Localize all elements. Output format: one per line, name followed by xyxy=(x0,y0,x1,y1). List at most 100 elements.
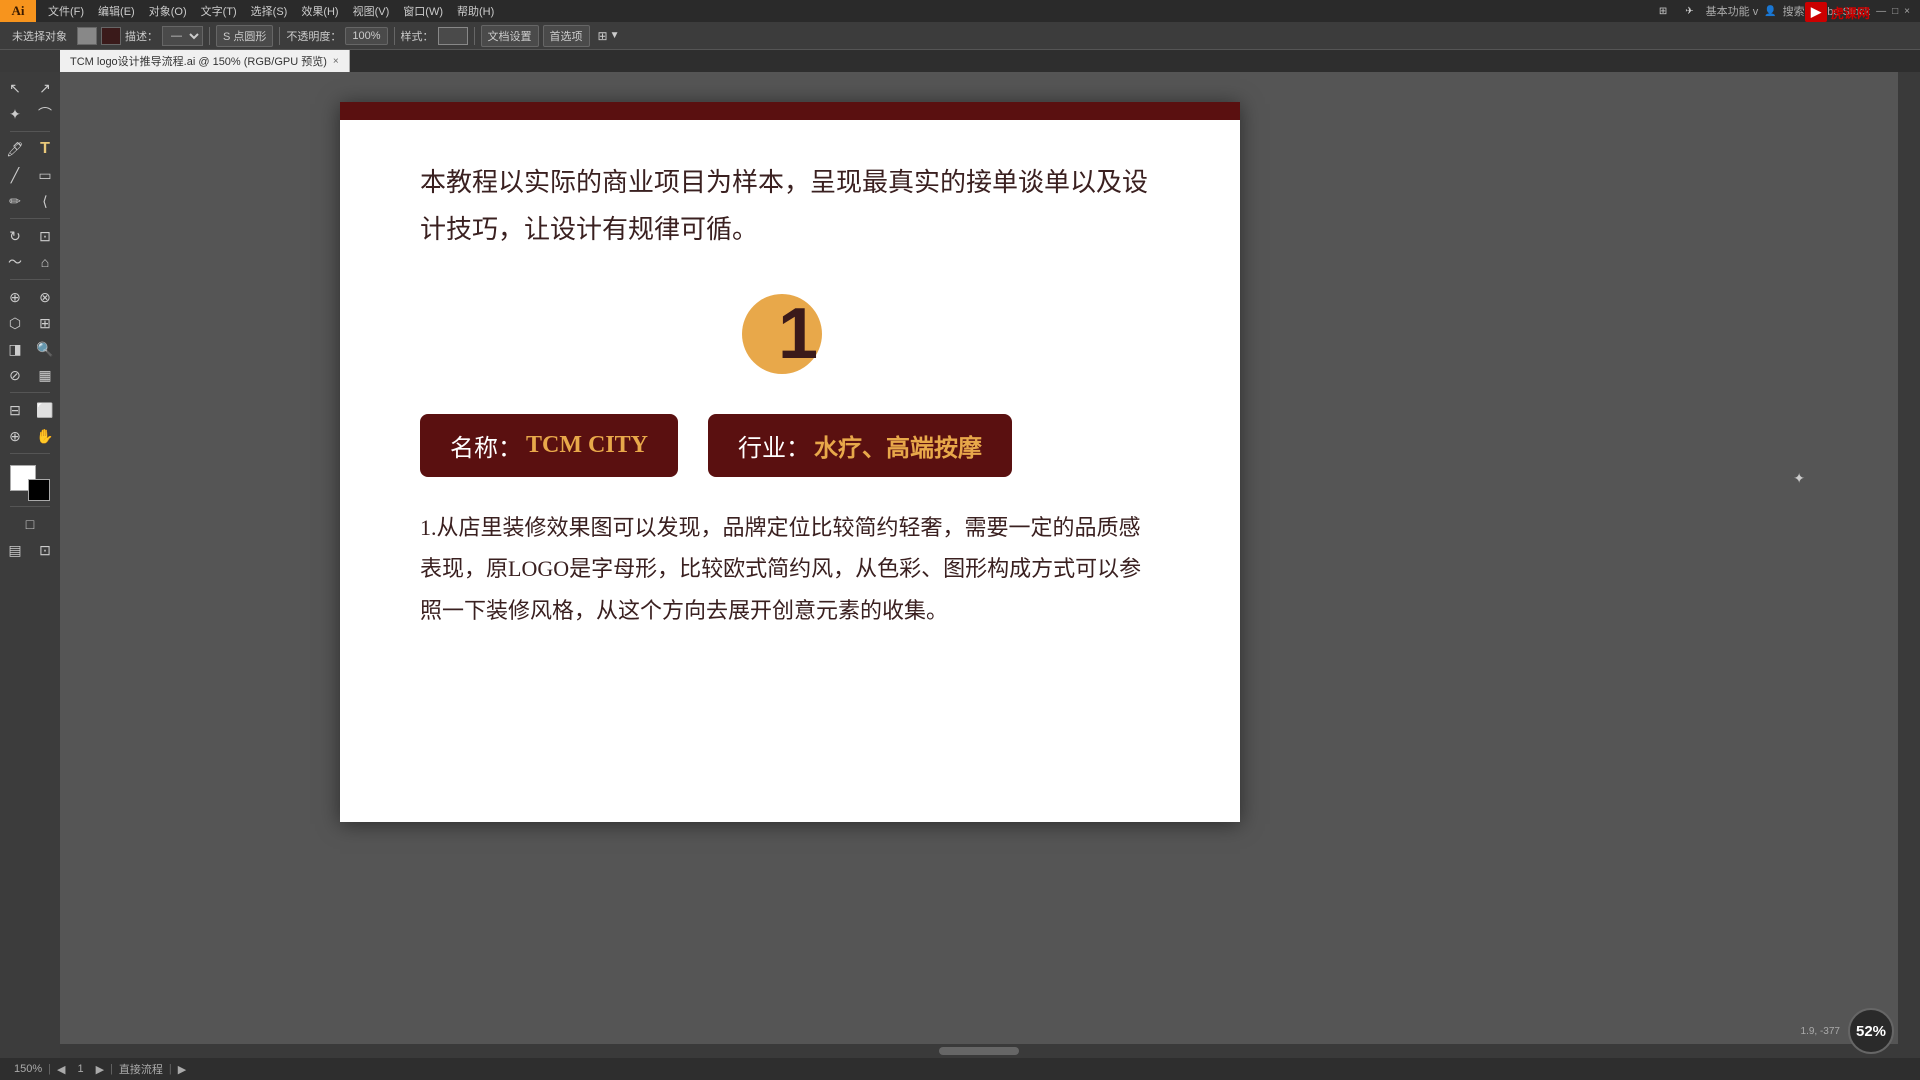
scroll-bottom[interactable] xyxy=(60,1044,1898,1058)
menu-effect[interactable]: 效果(H) xyxy=(295,1,344,21)
perspective-tool[interactable]: ⬡ xyxy=(1,311,29,335)
gradient-tool[interactable]: ◨ xyxy=(1,337,29,361)
menu-select[interactable]: 选择(S) xyxy=(245,1,294,21)
pathfinder-tool[interactable]: ⊗ xyxy=(31,285,59,309)
document-canvas: 本教程以实际的商业项目为样本，呈现最真实的接单谈单以及设计技巧，让设计有规律可循… xyxy=(340,102,1240,822)
fill-color-box[interactable] xyxy=(101,27,121,45)
percentage-circle: 52% xyxy=(1848,1008,1894,1054)
style-label: 样式： xyxy=(401,28,434,44)
tag-name-value: TCM CITY xyxy=(526,432,648,459)
opacity-value[interactable]: 100% xyxy=(345,27,387,45)
scale-tool[interactable]: ⊡ xyxy=(31,224,59,248)
zoom-level[interactable]: 150% xyxy=(8,1063,48,1075)
watermark-area: ▶ 虎课网 xyxy=(1805,2,1870,22)
tag-row: 名称： TCM CITY 行业： 水疗、高端按摩 xyxy=(420,414,1160,477)
opacity-label: 不透明度： xyxy=(286,28,341,44)
eyedropper-tool[interactable]: 🔍 xyxy=(31,337,59,361)
menu-view[interactable]: 视图(V) xyxy=(347,1,396,21)
workspace-button[interactable]: ⊞ xyxy=(1653,3,1673,19)
tag-name-label: 名称： xyxy=(450,428,522,463)
align-left-icon[interactable]: ⊞ xyxy=(598,29,608,43)
tag-industry-button: 行业： 水疗、高端按摩 xyxy=(708,414,1012,477)
scroll-right[interactable] xyxy=(1902,72,1920,1058)
window-close[interactable]: × xyxy=(1904,6,1910,17)
lasso-tool[interactable]: ⌒ xyxy=(31,102,59,126)
line-tool[interactable]: ╱ xyxy=(1,163,29,187)
background-color[interactable] xyxy=(28,479,50,501)
drawing-modes[interactable]: □ xyxy=(16,512,44,536)
page-number[interactable]: 1 xyxy=(71,1063,89,1075)
tag-industry-label: 行业： xyxy=(738,428,810,463)
menu-window[interactable]: 窗口(W) xyxy=(397,1,449,21)
document-tab[interactable]: TCM logo设计推导流程.ai @ 150% (RGB/GPU 预览) × xyxy=(60,50,350,72)
selection-tool[interactable]: ↖ xyxy=(1,76,29,100)
watermark-icon: ▶ xyxy=(1805,2,1827,22)
document-top-bar xyxy=(340,102,1240,120)
menu-text[interactable]: 文字(T) xyxy=(195,1,243,21)
scroll-thumb-horizontal[interactable] xyxy=(939,1047,1019,1055)
tab-close-button[interactable]: × xyxy=(333,56,339,67)
toolbar: 未选择对象 描述： — S 点圆形 不透明度： 100% 样式： 文档设置 首选… xyxy=(0,22,1920,50)
stroke-color-box[interactable] xyxy=(77,27,97,45)
number-graphic: 1 xyxy=(420,284,1160,384)
page-prev[interactable]: ◀ xyxy=(51,1063,71,1076)
tag-industry-value: 水疗、高端按摩 xyxy=(814,428,982,463)
eraser-tool[interactable]: ⬜ xyxy=(31,398,59,422)
artboard-tool[interactable]: ⊡ xyxy=(31,538,59,562)
shape-select[interactable]: S 点圆形 xyxy=(216,25,273,47)
tag-name-button: 名称： TCM CITY xyxy=(420,414,678,477)
body-text: 1.从店里装修效果图可以发现，品牌定位比较简约轻奢，需要一定的品质感表现，原LO… xyxy=(420,507,1160,632)
direct-selection-tool[interactable]: ↗ xyxy=(31,76,59,100)
hand-tool[interactable]: ✋ xyxy=(31,424,59,448)
pencil-tool[interactable]: ✏ xyxy=(1,189,29,213)
canvas-area: 本教程以实际的商业项目为样本，呈现最真实的接单谈单以及设计技巧，让设计有规律可循… xyxy=(60,72,1898,1058)
screen-mode[interactable]: ▤ xyxy=(1,538,29,562)
watermark-text: 虎课网 xyxy=(1831,3,1870,22)
tab-bar: TCM logo设计推导流程.ai @ 150% (RGB/GPU 预览) × xyxy=(60,50,1920,72)
desc-label: 描述： xyxy=(125,28,158,44)
status-bar: 150% | ◀ 1 ▶ | 直接流程 | ▶ xyxy=(0,1058,1920,1080)
menu-file[interactable]: 文件(F) xyxy=(42,1,90,21)
blend-tool[interactable]: ⊘ xyxy=(1,363,29,387)
menu-edit[interactable]: 编辑(E) xyxy=(92,1,141,21)
tab-filename: TCM logo设计推导流程.ai @ 150% (RGB/GPU 预览) xyxy=(70,53,327,69)
bar-chart-tool[interactable]: ▦ xyxy=(31,363,59,387)
no-selection-label: 未选择对象 xyxy=(6,26,73,46)
left-toolbar: ↖ ↗ ✦ ⌒ 🖊 T ╱ ▭ ✏ ⟨ ↻ ⊡ 〜 ⌂ ⊕ ⊗ ⬡ ⊞ ◨ 🔍 … xyxy=(0,72,60,1058)
page-label: 直接流程 xyxy=(113,1061,169,1077)
rotate-tool[interactable]: ↻ xyxy=(1,224,29,248)
menu-object[interactable]: 对象(O) xyxy=(143,1,193,21)
window-maximize[interactable]: □ xyxy=(1892,6,1898,17)
play-button[interactable]: ▶ xyxy=(172,1063,192,1076)
style-box[interactable] xyxy=(438,27,468,45)
share-button[interactable]: ✈ xyxy=(1679,3,1699,19)
menu-bar: 文件(F) 编辑(E) 对象(O) 文字(T) 选择(S) 效果(H) 视图(V… xyxy=(0,0,1920,22)
workspace-label: 基本功能 v xyxy=(1706,3,1759,19)
menu-help[interactable]: 帮助(H) xyxy=(451,1,500,21)
warp-tool[interactable]: 〜 xyxy=(1,250,29,274)
align-dropdown-icon[interactable]: ▼ xyxy=(610,30,620,41)
zoom-tool[interactable]: ⊕ xyxy=(1,424,29,448)
document-content: 本教程以实际的商业项目为样本，呈现最真实的接单谈单以及设计技巧，让设计有规律可循… xyxy=(340,120,1240,672)
stroke-weight-select[interactable]: — xyxy=(162,26,203,46)
user-icon: 👤 xyxy=(1764,6,1776,17)
page-next[interactable]: ▶ xyxy=(90,1063,110,1076)
pen-tool[interactable]: 🖊 xyxy=(1,137,29,161)
doc-settings-button[interactable]: 文档设置 xyxy=(481,25,539,47)
shape-builder-tool[interactable]: ⊕ xyxy=(1,285,29,309)
rect-tool[interactable]: ▭ xyxy=(31,163,59,187)
type-tool[interactable]: T xyxy=(31,137,59,161)
slice-tool[interactable]: ⊟ xyxy=(1,398,29,422)
color-box-area xyxy=(10,465,50,501)
ai-logo: Ai xyxy=(0,0,36,22)
free-transform-tool[interactable]: ⌂ xyxy=(31,250,59,274)
intro-text: 本教程以实际的商业项目为样本，呈现最真实的接单谈单以及设计技巧，让设计有规律可循… xyxy=(420,160,1160,254)
coordinate-display: 1.9, -377 xyxy=(1801,1026,1840,1037)
window-minimize[interactable]: — xyxy=(1876,6,1886,17)
mesh-tool[interactable]: ⊞ xyxy=(31,311,59,335)
coords-text: 1.9, -377 xyxy=(1801,1026,1840,1037)
preferences-button[interactable]: 首选项 xyxy=(543,25,590,47)
bottom-right-stats: 1.9, -377 52% xyxy=(1801,1008,1894,1054)
magic-wand-tool[interactable]: ✦ xyxy=(1,102,29,126)
brush-tool[interactable]: ⟨ xyxy=(31,189,59,213)
